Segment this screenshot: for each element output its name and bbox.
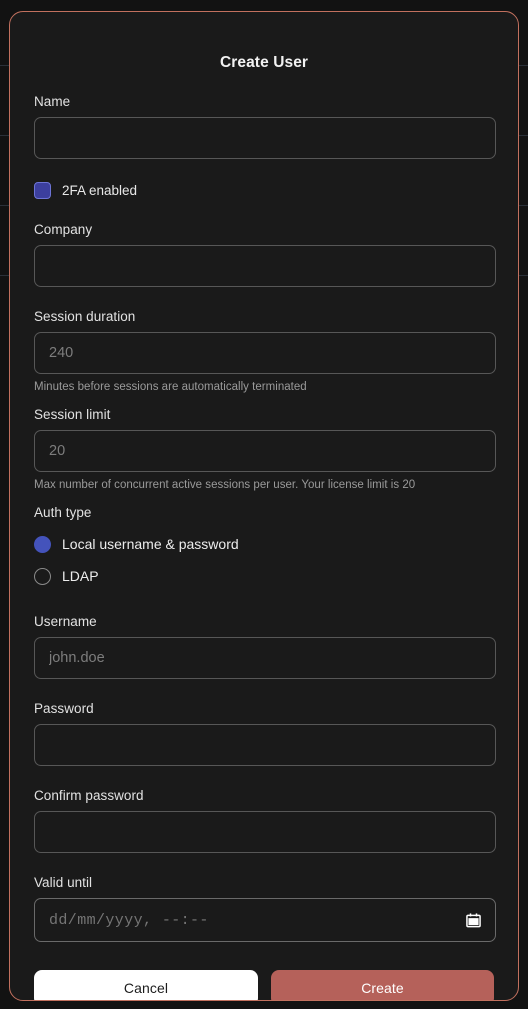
company-label: Company xyxy=(34,222,93,237)
field-valid-until: Valid until xyxy=(34,875,496,942)
auth-type-option-local-label: Local username & password xyxy=(62,536,239,552)
twofa-label: 2FA enabled xyxy=(62,183,138,198)
valid-until-label: Valid until xyxy=(34,875,93,890)
session-limit-hint: Max number of concurrent active sessions… xyxy=(34,479,416,491)
session-limit-input[interactable] xyxy=(34,430,496,472)
field-name: Name xyxy=(34,94,496,159)
name-input[interactable] xyxy=(34,117,496,159)
username-label: Username xyxy=(34,614,97,629)
field-session-duration: Session duration Minutes before sessions… xyxy=(34,309,496,393)
password-input[interactable] xyxy=(34,724,496,766)
field-auth-type: Auth type Local username & password LDAP xyxy=(34,505,494,592)
dialog-actions: Cancel Create xyxy=(34,970,494,1000)
password-label: Password xyxy=(34,701,94,716)
create-user-dialog: Create User Name 2FA enabled Company Ses… xyxy=(9,11,519,1001)
radio-local-icon[interactable] xyxy=(34,535,51,553)
auth-type-radio-group: Local username & password LDAP xyxy=(34,528,494,592)
cancel-button[interactable]: Cancel xyxy=(34,970,258,1000)
session-duration-label: Session duration xyxy=(34,309,136,324)
twofa-checkbox[interactable] xyxy=(34,182,51,199)
auth-type-option-local[interactable]: Local username & password xyxy=(34,528,494,560)
company-input[interactable] xyxy=(34,245,496,287)
confirm-password-label: Confirm password xyxy=(34,788,144,803)
create-button[interactable]: Create xyxy=(271,970,494,1000)
session-limit-label: Session limit xyxy=(34,407,111,422)
valid-until-wrapper xyxy=(34,898,496,942)
field-confirm-password: Confirm password xyxy=(34,788,496,853)
confirm-password-input[interactable] xyxy=(34,811,496,853)
radio-ldap-icon[interactable] xyxy=(34,567,51,585)
field-password: Password xyxy=(34,701,496,766)
name-label: Name xyxy=(34,94,71,109)
field-session-limit: Session limit Max number of concurrent a… xyxy=(34,407,496,491)
field-company: Company xyxy=(34,222,496,287)
auth-type-option-ldap-label: LDAP xyxy=(62,568,99,584)
session-duration-hint: Minutes before sessions are automaticall… xyxy=(34,381,307,393)
calendar-icon[interactable] xyxy=(466,913,481,928)
dialog-title: Create User xyxy=(219,54,309,71)
session-duration-input[interactable] xyxy=(34,332,496,374)
auth-type-label: Auth type xyxy=(34,505,92,520)
auth-type-option-ldap[interactable]: LDAP xyxy=(34,560,494,592)
twofa-checkbox-row[interactable]: 2FA enabled xyxy=(34,182,494,199)
valid-until-input[interactable] xyxy=(34,898,496,942)
field-username: Username xyxy=(34,614,496,679)
username-input[interactable] xyxy=(34,637,496,679)
